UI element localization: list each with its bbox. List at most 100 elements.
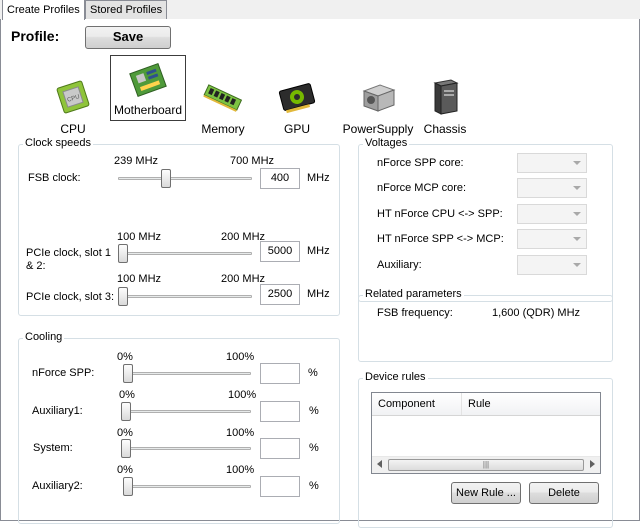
voltages-title: Voltages	[363, 137, 410, 149]
cooling-auxiliary1-slider-track	[121, 410, 251, 413]
fsb-unit: MHz	[307, 172, 330, 184]
cooling-max-label: 100%	[226, 464, 255, 476]
pcie12-slider-track	[118, 252, 252, 255]
voltage-nforce-mcp-core-label: nForce MCP core:	[377, 182, 467, 194]
voltage-nforce-spp-core-select[interactable]	[517, 153, 587, 173]
fsb-min-label: 239 MHz	[114, 155, 159, 167]
pcie3-min-label: 100 MHz	[117, 273, 162, 285]
tab-bar: Create Profiles Stored Profiles	[0, 0, 640, 20]
new-rule-button[interactable]: New Rule ...	[451, 482, 521, 504]
cooling-auxiliary2-input[interactable]	[260, 476, 300, 497]
gpu-icon	[278, 83, 316, 114]
device-memory[interactable]: Memory	[185, 73, 261, 139]
cooling-min-label: 0%	[119, 389, 135, 401]
related-parameters-title: Related parameters	[363, 288, 464, 300]
fsb-clock-label: FSB clock:	[28, 172, 81, 184]
cooling-max-label: 100%	[228, 389, 257, 401]
cooling-nforce-spp-input[interactable]	[260, 363, 300, 384]
fsb-slider-track	[118, 177, 252, 180]
pcie3-unit: MHz	[307, 288, 330, 300]
pcie3-label: PCIe clock, slot 3:	[26, 291, 115, 303]
pcie3-clock-input[interactable]: 2500	[260, 284, 300, 305]
device-chassis[interactable]: Chassis	[407, 73, 483, 139]
cooling-min-label: 0%	[117, 464, 133, 476]
tab-stored-profiles[interactable]: Stored Profiles	[85, 0, 168, 19]
device-gpu[interactable]: GPU	[259, 73, 335, 139]
device-motherboard[interactable]: Motherboard	[110, 55, 186, 121]
device-label-chassis: Chassis	[423, 122, 467, 136]
save-button[interactable]: Save	[85, 26, 171, 49]
voltage-nforce-mcp-core-select[interactable]	[517, 178, 587, 198]
scroll-left-icon[interactable]	[377, 460, 382, 468]
horizontal-scrollbar[interactable]: |||	[372, 456, 600, 473]
pcie12-clock-input[interactable]: 5000	[260, 241, 300, 262]
fsb-max-label: 700 MHz	[230, 155, 275, 167]
fsb-clock-input[interactable]: 400	[260, 168, 300, 189]
cooling-unit: %	[309, 480, 319, 492]
cooling-system-label: System:	[33, 442, 73, 454]
cooling-auxiliary2-slider-thumb[interactable]	[123, 477, 133, 496]
device-cpu[interactable]: CPU CPU	[35, 73, 111, 139]
pcie12-slider-thumb[interactable]	[118, 244, 128, 263]
delete-button[interactable]: Delete	[529, 482, 599, 504]
cooling-auxiliary1-slider-thumb[interactable]	[121, 402, 131, 421]
cooling-min-label: 0%	[117, 427, 133, 439]
pcie12-unit: MHz	[307, 245, 330, 257]
cooling-nforce-spp-slider-thumb[interactable]	[123, 364, 133, 383]
cooling-unit: %	[309, 442, 319, 454]
voltage-ht-cpu-spp-select[interactable]	[517, 204, 587, 224]
tab-create-profiles[interactable]: Create Profiles	[2, 0, 85, 20]
fsb-frequency-value: 1,600 (QDR) MHz	[492, 307, 581, 319]
voltage-nforce-spp-core-label: nForce SPP core:	[377, 157, 464, 169]
cooling-auxiliary1-label: Auxiliary1:	[32, 405, 83, 417]
voltage-ht-spp-mcp-label: HT nForce SPP <-> MCP:	[377, 233, 504, 245]
column-header-component[interactable]: Component	[372, 393, 462, 415]
device-rules-list[interactable]: Component Rule |||	[371, 392, 601, 474]
device-rules-list-header: Component Rule	[372, 393, 600, 416]
device-rules-title: Device rules	[363, 371, 428, 383]
device-label-gpu: GPU	[283, 122, 310, 136]
voltage-ht-cpu-spp-label: HT nForce CPU <-> SPP:	[377, 208, 503, 220]
cooling-system-slider-track	[121, 447, 251, 450]
related-parameters-group	[358, 295, 613, 362]
cooling-nforce-spp-slider-track	[123, 372, 251, 375]
cooling-max-label: 100%	[226, 427, 255, 439]
pcie12-min-label: 100 MHz	[117, 231, 162, 243]
pcie3-slider-track	[118, 295, 252, 298]
power-supply-icon	[362, 84, 396, 112]
cooling-unit: %	[309, 405, 319, 417]
cooling-min-label: 0%	[117, 351, 133, 363]
device-label-motherboard: Motherboard	[113, 103, 183, 117]
pcie3-max-label: 200 MHz	[221, 273, 266, 285]
tab-content: Profile: Save CPU CPU Motherboard Memory…	[0, 19, 640, 528]
pcie3-slider-thumb[interactable]	[118, 287, 128, 306]
fsb-slider-thumb[interactable]	[161, 169, 171, 188]
chevron-down-icon	[573, 237, 581, 241]
cooling-system-input[interactable]	[260, 438, 300, 459]
clock-speeds-title: Clock speeds	[23, 137, 94, 149]
cooling-auxiliary2-label: Auxiliary2:	[32, 480, 83, 492]
chevron-down-icon	[573, 186, 581, 190]
cooling-title: Cooling	[23, 331, 65, 343]
chevron-down-icon	[573, 212, 581, 216]
cooling-auxiliary1-input[interactable]	[260, 401, 300, 422]
pcie12-label-line1: PCIe clock, slot 1	[26, 247, 111, 259]
voltage-auxiliary-label: Auxiliary:	[377, 259, 422, 271]
chassis-icon	[433, 79, 459, 115]
fsb-frequency-label: FSB frequency:	[377, 307, 453, 319]
scrollbar-thumb[interactable]: |||	[388, 459, 584, 471]
cooling-nforce-spp-label: nForce SPP:	[32, 367, 95, 379]
cpu-icon: CPU	[56, 80, 90, 114]
device-label-memory: Memory	[201, 122, 245, 136]
column-header-rule[interactable]: Rule	[462, 393, 582, 415]
voltage-ht-spp-mcp-select[interactable]	[517, 229, 587, 249]
cooling-max-label: 100%	[226, 351, 255, 363]
motherboard-icon	[129, 62, 167, 98]
pcie12-label-line2: & 2:	[26, 260, 46, 272]
device-label-cpu: CPU	[60, 122, 86, 136]
chevron-down-icon	[573, 263, 581, 267]
scroll-right-icon[interactable]	[590, 460, 595, 468]
pcie12-max-label: 200 MHz	[221, 231, 266, 243]
cooling-system-slider-thumb[interactable]	[121, 439, 131, 458]
voltage-auxiliary-select[interactable]	[517, 255, 587, 275]
